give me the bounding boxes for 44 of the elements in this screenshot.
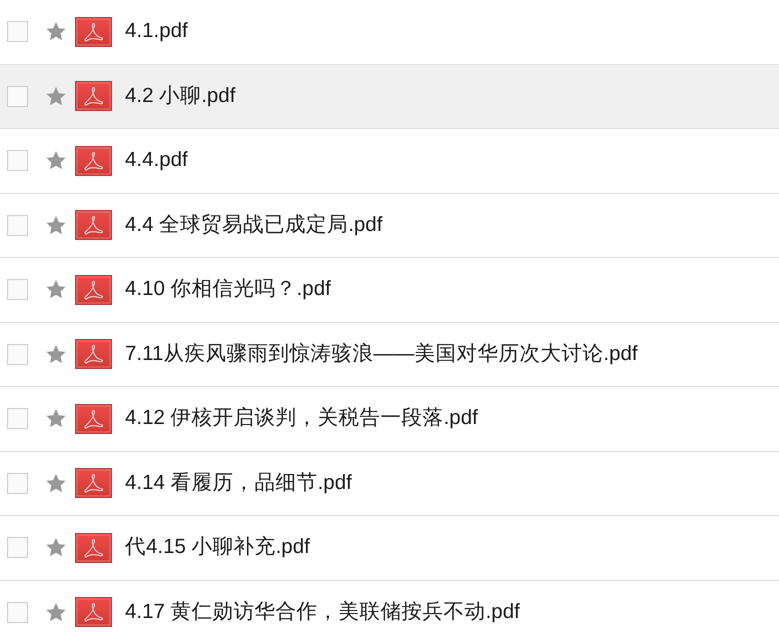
star-icon[interactable] — [46, 280, 66, 300]
star-icon[interactable] — [46, 602, 66, 622]
checkbox[interactable] — [7, 279, 28, 300]
checkbox[interactable] — [7, 537, 28, 558]
file-name[interactable]: 4.4 全球贸易战已成定局.pdf — [125, 210, 382, 241]
pdf-file-icon — [75, 532, 112, 563]
star-icon[interactable] — [46, 216, 66, 235]
file-row[interactable]: 4.14 看履历，品细节.pdf — [0, 452, 779, 516]
file-name[interactable]: 4.10 你相信光吗？.pdf — [125, 274, 331, 306]
checkbox[interactable] — [7, 602, 28, 623]
pdf-file-icon — [75, 16, 112, 47]
star-icon[interactable] — [46, 86, 66, 106]
file-row[interactable]: 4.2 小聊.pdf — [0, 64, 779, 129]
file-name[interactable]: 4.2 小聊.pdf — [125, 80, 236, 112]
pdf-file-icon — [75, 597, 112, 628]
pdf-file-icon — [75, 210, 112, 240]
star-icon[interactable] — [46, 538, 66, 558]
star-icon[interactable] — [46, 409, 66, 428]
file-name[interactable]: 4.4.pdf — [125, 145, 188, 176]
file-row[interactable]: 7.11从疾风骤雨到惊涛骇浪——美国对华历次大讨论.pdf — [0, 322, 779, 387]
file-name[interactable]: 4.14 看履历，品细节.pdf — [125, 468, 352, 499]
star-icon[interactable] — [46, 474, 66, 493]
file-name[interactable]: 7.11从疾风骤雨到惊涛骇浪——美国对华历次大讨论.pdf — [125, 338, 638, 370]
file-name[interactable]: 4.1.pdf — [125, 16, 188, 48]
checkbox[interactable] — [7, 214, 28, 236]
file-name[interactable]: 代4.15 小聊补充.pdf — [125, 532, 310, 564]
checkbox[interactable] — [7, 408, 28, 430]
checkbox[interactable] — [7, 86, 28, 107]
checkbox[interactable] — [7, 21, 28, 42]
star-icon[interactable] — [46, 344, 66, 364]
checkbox[interactable] — [7, 472, 28, 494]
checkbox[interactable] — [7, 150, 28, 172]
pdf-file-icon — [75, 81, 112, 112]
pdf-file-icon — [75, 146, 112, 176]
pdf-file-icon — [75, 468, 112, 498]
star-icon[interactable] — [46, 151, 66, 170]
file-name[interactable]: 4.12 伊核开启谈判，关税告一段落.pdf — [125, 403, 478, 434]
star-icon[interactable] — [46, 22, 66, 42]
file-name[interactable]: 4.17 黄仁勋访华合作，美联储按兵不动.pdf — [125, 596, 520, 628]
pdf-file-icon — [75, 339, 112, 370]
pdf-file-icon — [75, 404, 112, 434]
pdf-file-icon — [75, 274, 112, 305]
file-row[interactable]: 4.4 全球贸易战已成定局.pdf — [0, 194, 779, 258]
checkbox[interactable] — [7, 344, 28, 365]
